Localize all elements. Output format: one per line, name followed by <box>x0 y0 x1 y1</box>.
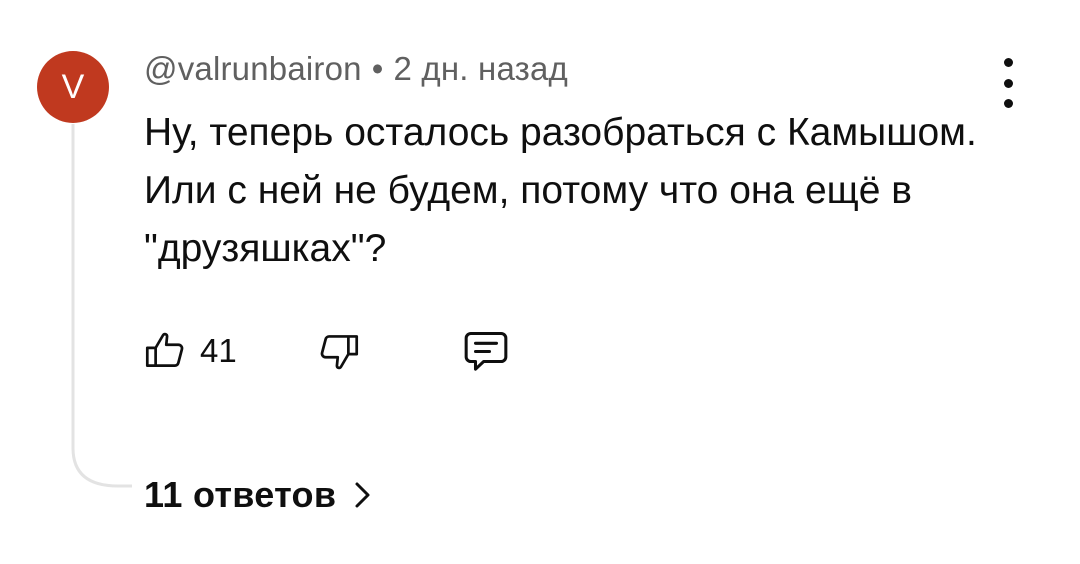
replies-count-label: 11 ответов <box>144 474 337 515</box>
comment-text: Ну, теперь осталось разобраться с Камышо… <box>144 111 977 270</box>
like-count: 41 <box>200 332 237 369</box>
author-handle[interactable]: @valrunbairon <box>144 50 362 87</box>
comment-timestamp[interactable]: 2 дн. назад <box>393 50 567 87</box>
chevron-right-icon <box>355 482 370 508</box>
view-replies-button[interactable]: 11 ответов <box>144 470 374 520</box>
dislike-button[interactable] <box>314 322 364 380</box>
like-button[interactable]: 41 <box>140 322 237 380</box>
avatar-letter: V <box>61 68 85 106</box>
more-vertical-icon[interactable] <box>990 58 1026 108</box>
thumbs-down-icon <box>320 335 359 370</box>
meta-separator: • <box>371 50 384 87</box>
reply-button[interactable] <box>458 322 514 380</box>
comment-meta: @valrunbairon • 2 дн. назад <box>144 50 568 88</box>
comment-reply-icon <box>464 331 508 371</box>
thumbs-up-icon <box>145 332 184 367</box>
avatar[interactable]: V <box>37 51 109 123</box>
